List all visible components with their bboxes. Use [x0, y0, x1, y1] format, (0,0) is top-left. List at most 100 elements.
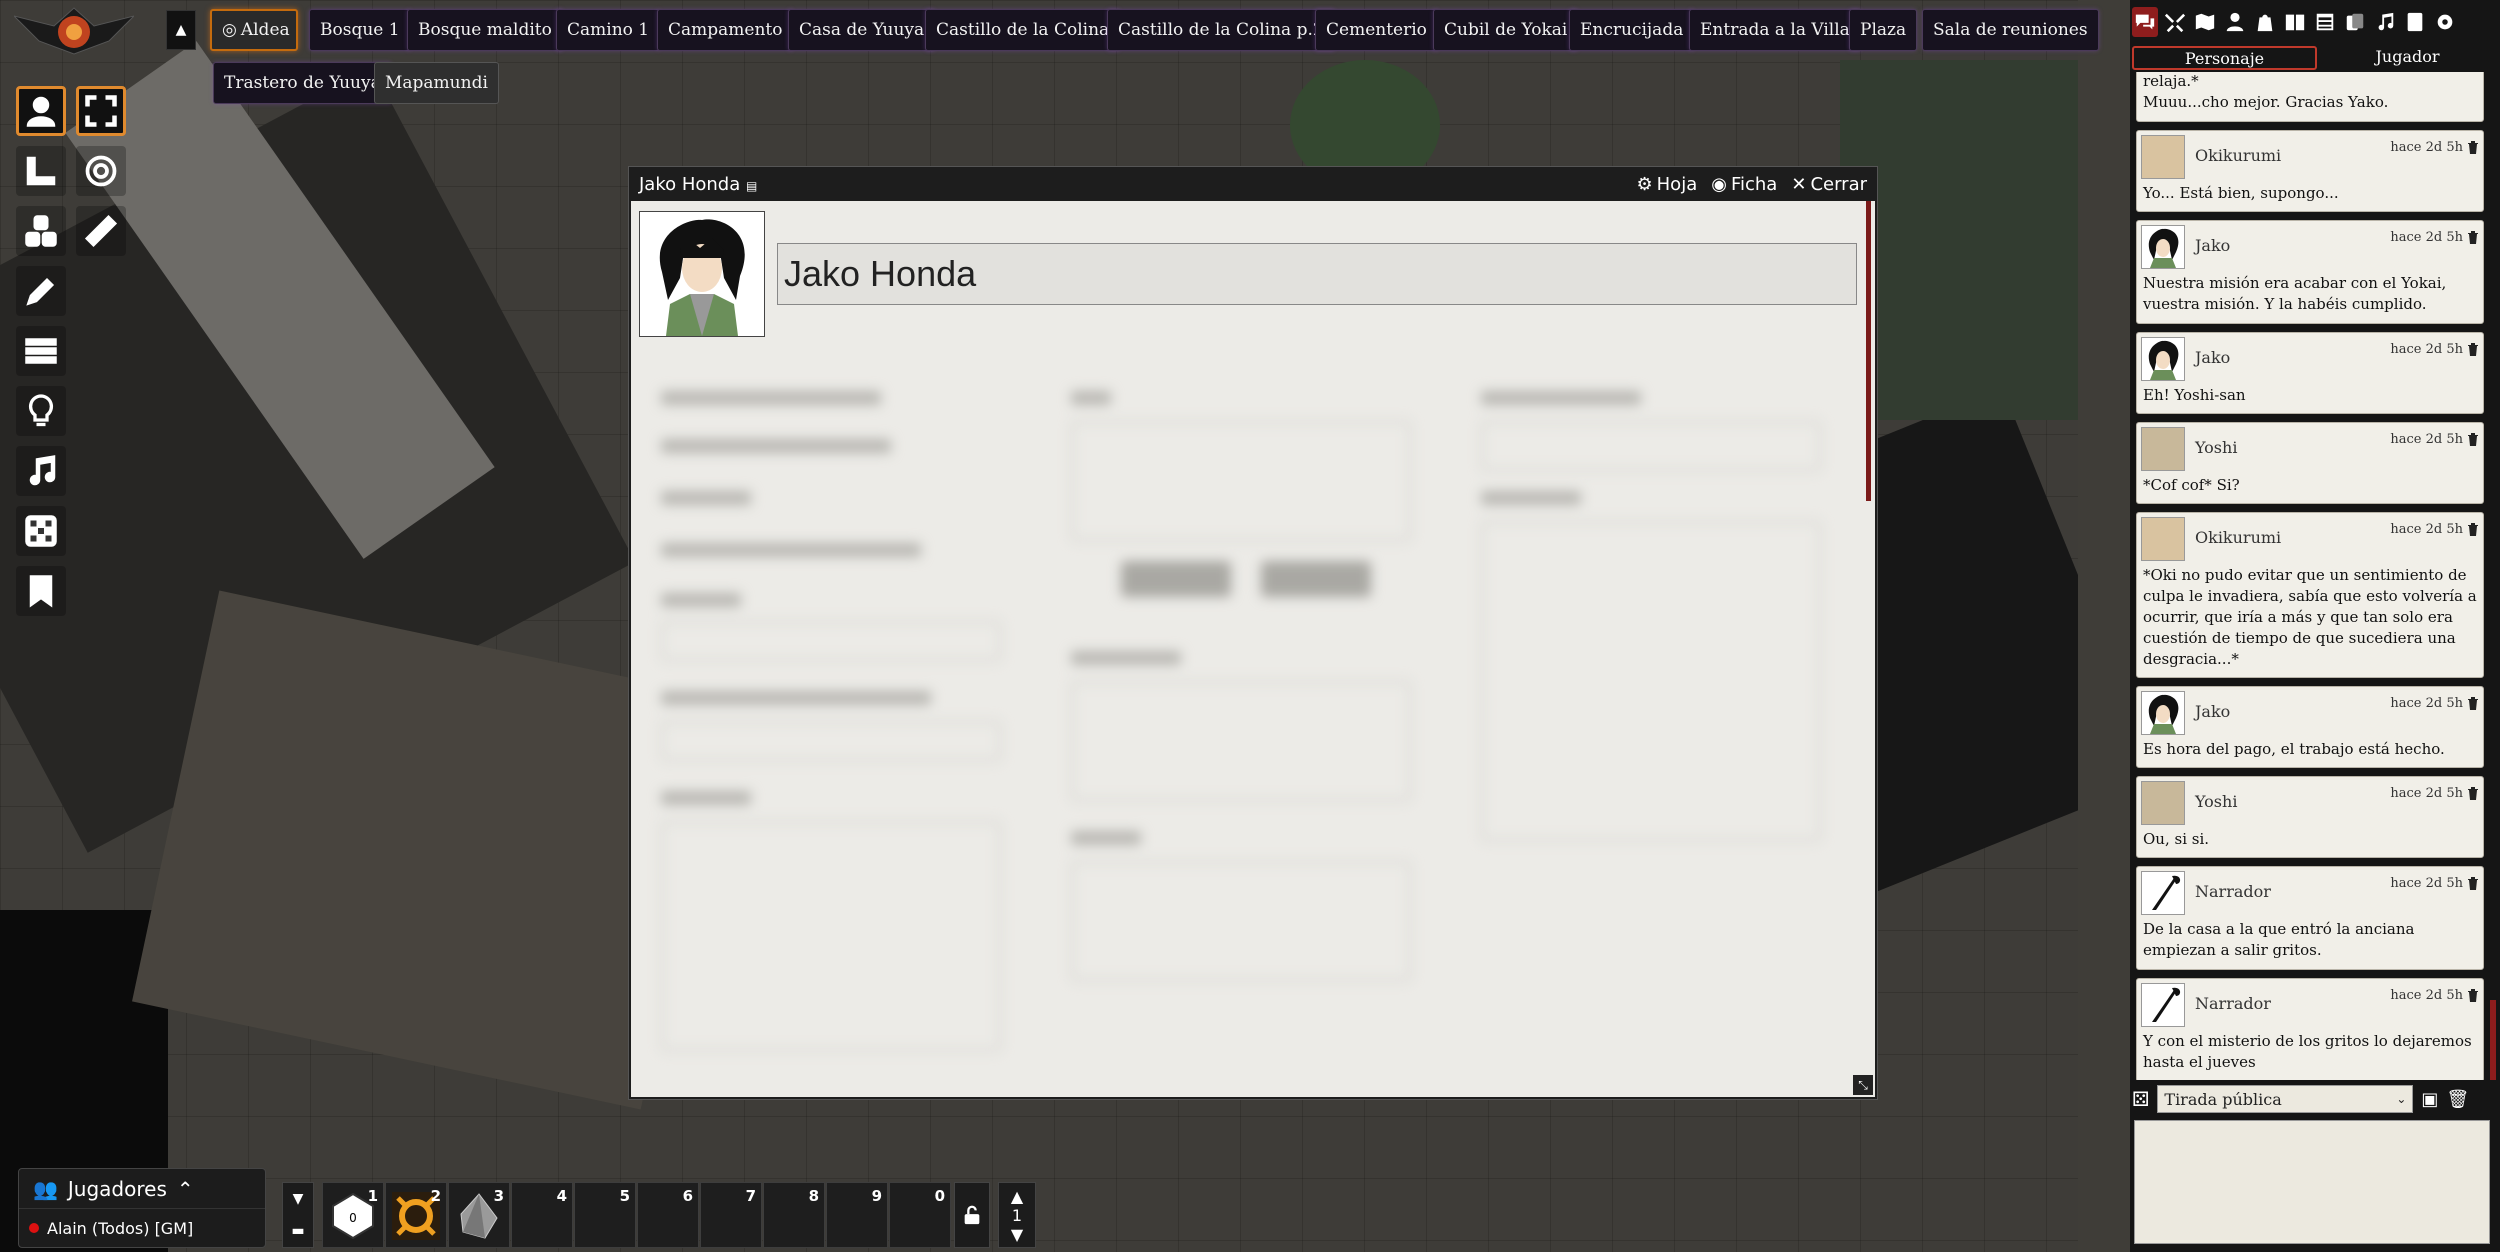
ruler-icon[interactable]	[76, 206, 126, 256]
token-config-button[interactable]: ◉ Ficha	[1711, 174, 1777, 195]
measure-icon[interactable]	[16, 146, 66, 196]
macro-slot[interactable]: 8	[763, 1182, 825, 1248]
scene-item[interactable]: Camino 1	[556, 9, 661, 51]
trash-icon[interactable]	[2467, 341, 2479, 356]
chat-message-input[interactable]	[2134, 1120, 2490, 1244]
resize-handle-icon[interactable]: ⤡	[1853, 1075, 1873, 1095]
macro-slot[interactable]: 5	[574, 1182, 636, 1248]
caret-down-icon[interactable]: ▼	[1011, 1225, 1023, 1244]
scene-aldea[interactable]: ◎ Aldea	[210, 9, 298, 51]
journal-icon[interactable]	[2282, 7, 2308, 37]
close-button[interactable]: ✕ Cerrar	[1791, 174, 1867, 195]
trash-icon[interactable]	[2467, 139, 2479, 154]
draw-icon[interactable]	[16, 266, 66, 316]
save-icon[interactable]: ▣	[2421, 1089, 2438, 1110]
player-entry[interactable]: Alain (Todos) [GM]	[19, 1209, 265, 1247]
trash-icon[interactable]	[2467, 875, 2479, 890]
sound-icon[interactable]	[16, 446, 66, 496]
chat-message[interactable]: Narrador hace 2d 5h Y con el misterio de…	[2136, 978, 2484, 1080]
trash-icon[interactable]	[2467, 521, 2479, 536]
hotbar-page-controls[interactable]: ▲ 1 ▼	[998, 1182, 1036, 1248]
sheet-config-button[interactable]: ⚙ Hoja	[1637, 174, 1698, 195]
speaker-tabs: Personaje Jugador	[2132, 46, 2498, 70]
chat-message[interactable]: Okikurumi hace 2d 5h Yo... Está bien, su…	[2136, 130, 2484, 212]
tiles-icon[interactable]	[16, 206, 66, 256]
macro-slot[interactable]: 4	[511, 1182, 573, 1248]
fullscreen-icon[interactable]	[76, 86, 126, 136]
tab-personaje[interactable]: Personaje	[2132, 46, 2317, 70]
window-header[interactable]: Jako Honda ▤ ⚙ Hoja ◉ Ficha ✕ Cerrar	[629, 167, 1877, 201]
scene-item[interactable]: Cementerio	[1315, 9, 1438, 51]
chat-message[interactable]: Yoshi hace 2d 5h Ou, si si.	[2136, 776, 2484, 858]
character-portrait[interactable]	[639, 211, 765, 337]
scene-item[interactable]: Bosque maldito	[407, 9, 563, 51]
actors-icon[interactable]	[2222, 7, 2248, 37]
scene-item[interactable]: Encrucijada	[1569, 9, 1695, 51]
macro-directory-controls[interactable]: ▼ ▬	[282, 1182, 314, 1248]
scene-item[interactable]: Castillo de la Colina p.2	[1107, 9, 1335, 51]
macro-slot[interactable]: 3	[448, 1182, 510, 1248]
chat-icon[interactable]	[2132, 7, 2158, 37]
caret-down-icon[interactable]: ▼	[293, 1191, 304, 1207]
chat-scrollbar[interactable]	[2490, 1000, 2496, 1080]
scene-item[interactable]: Sala de reuniones	[1922, 9, 2099, 51]
character-sheet-window[interactable]: Jako Honda ▤ ⚙ Hoja ◉ Ficha ✕ Cerrar Jako H…	[628, 166, 1878, 1100]
walls-icon[interactable]	[16, 326, 66, 376]
combat-icon[interactable]	[2162, 7, 2188, 37]
scene-item[interactable]: Entrada a la Villa	[1689, 9, 1861, 51]
scene-item[interactable]: Plaza	[1849, 9, 1918, 51]
macro-slot[interactable]: 9	[826, 1182, 888, 1248]
trash-icon[interactable]	[2467, 695, 2479, 710]
roll-mode-select[interactable]: Tirada pública ⌄	[2157, 1085, 2414, 1113]
scene-item[interactable]: Campamento	[657, 9, 794, 51]
lighting-icon[interactable]	[16, 386, 66, 436]
scene-item[interactable]: Trastero de Yuuya	[213, 62, 392, 104]
lock-icon[interactable]	[954, 1182, 990, 1248]
chevron-up-icon[interactable]: ⌃	[177, 1177, 194, 1201]
cards-icon[interactable]	[2342, 7, 2368, 37]
playlists-icon[interactable]	[2372, 7, 2398, 37]
chat-message[interactable]: Narrador hace 2d 5h De la casa a la que …	[2136, 866, 2484, 970]
trash-icon[interactable]	[2467, 987, 2479, 1002]
compendium-icon[interactable]	[2402, 7, 2428, 37]
trash-icon[interactable]	[2467, 785, 2479, 800]
chat-message[interactable]: relaja.* Muuu...cho mejor. Gracias Yako.	[2136, 72, 2484, 122]
macro-slot[interactable]: 0	[889, 1182, 951, 1248]
macro-slot[interactable]: 7	[700, 1182, 762, 1248]
app-logo[interactable]	[12, 6, 136, 56]
trash-icon[interactable]	[2467, 229, 2479, 244]
regions-icon[interactable]	[16, 506, 66, 556]
chat-message[interactable]: Jako hace 2d 5h Eh! Yoshi-san	[2136, 332, 2484, 414]
macro-slot[interactable]: 0 1	[322, 1182, 384, 1248]
scenes-icon[interactable]	[2192, 7, 2218, 37]
target-icon[interactable]	[76, 146, 126, 196]
tab-jugador[interactable]: Jugador	[2317, 46, 2498, 70]
scene-item[interactable]: Casa de Yuuya	[788, 9, 936, 51]
chat-message[interactable]: Okikurumi hace 2d 5h *Oki no pudo evitar…	[2136, 512, 2484, 678]
scene-nav-toggle[interactable]: ▲	[166, 10, 196, 50]
notes-icon[interactable]	[16, 566, 66, 616]
chat-message[interactable]: Jako hace 2d 5h Nuestra misión era acaba…	[2136, 220, 2484, 324]
trash-icon[interactable]	[2467, 431, 2479, 446]
items-icon[interactable]	[2252, 7, 2278, 37]
scene-mapamundi[interactable]: Mapamundi	[374, 62, 499, 104]
chat-message[interactable]: Jako hace 2d 5h Es hora del pago, el tra…	[2136, 686, 2484, 768]
token-controls-icon[interactable]	[16, 86, 66, 136]
caret-up-icon[interactable]: ▲	[1011, 1187, 1023, 1206]
id-card-icon[interactable]: ▤	[746, 179, 757, 193]
scene-item[interactable]: Bosque 1	[309, 9, 411, 51]
character-name-input[interactable]: Jako Honda	[777, 243, 1857, 305]
dice-icon[interactable]: ⚄	[2132, 1087, 2149, 1111]
macro-slot[interactable]: 2	[385, 1182, 447, 1248]
trash-icon[interactable]: 🗑	[2446, 1089, 2469, 1110]
chat-message[interactable]: Yoshi hace 2d 5h *Cof cof* Si?	[2136, 422, 2484, 504]
players-panel[interactable]: 👥 Jugadores ⌃ Alain (Todos) [GM]	[18, 1168, 266, 1248]
macro-slot[interactable]: 6	[637, 1182, 699, 1248]
scene-item[interactable]: Castillo de la Colina	[925, 9, 1121, 51]
scene-item[interactable]: Cubil de Yokai	[1433, 9, 1579, 51]
chat-log[interactable]: relaja.* Muuu...cho mejor. Gracias Yako.…	[2132, 72, 2484, 1080]
sheet-scrollbar[interactable]	[1866, 201, 1871, 501]
settings-icon[interactable]	[2432, 7, 2458, 37]
folder-icon[interactable]: ▬	[291, 1223, 304, 1239]
tables-icon[interactable]	[2312, 7, 2338, 37]
